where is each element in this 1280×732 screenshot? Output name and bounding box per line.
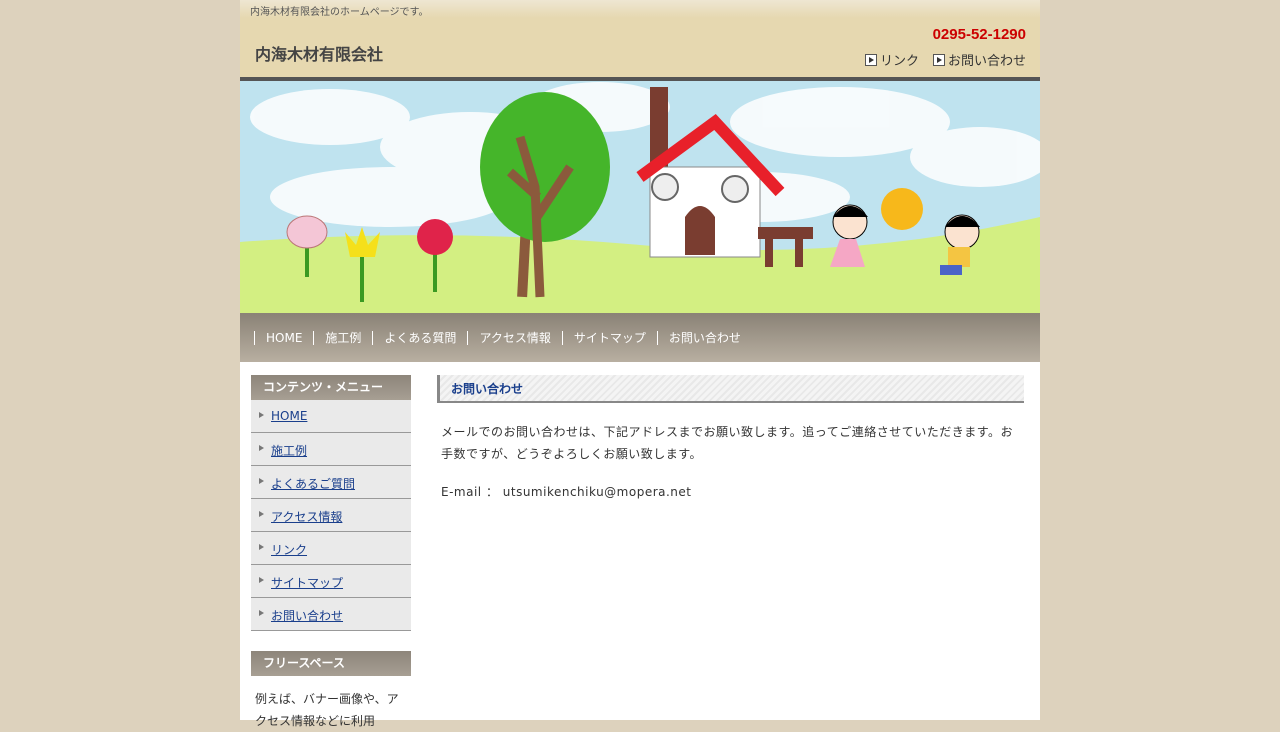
sidebar-item-faq: よくあるご質問 [251,466,411,499]
site-tagline: 内海木材有限会社のホームページです。 [250,7,429,18]
site-title[interactable]: 内海木材有限会社 [255,41,383,65]
bullet-arrow-icon [259,610,264,616]
phone-number: 0295-52-1290 [932,26,1026,43]
header-links: リンク お問い合わせ [864,50,1026,69]
sidebar-link-faq[interactable]: よくあるご質問 [271,475,355,492]
sidebar-item-sitemap: サイトマップ [251,565,411,598]
header-link-contact[interactable]: お問い合わせ [932,50,1026,69]
main-body: メールでのお問い合わせは、下記アドレスまでお願い致します。追ってご連絡させていた… [437,403,1024,503]
sidebar-menu-title: コンテンツ・メニュー [251,375,411,400]
nav-item-sitemap[interactable]: サイトマップ [561,330,657,345]
nav-item-contact[interactable]: お問い合わせ [656,330,752,345]
free-space-title: フリースペース [251,651,411,676]
bullet-arrow-icon [259,445,264,451]
site-header: 内海木材有限会社のホームページです。 内海木材有限会社 0295-52-1290… [240,0,1040,77]
sidebar-link-sitemap[interactable]: サイトマップ [271,574,343,591]
sidebar-link-works[interactable]: 施工例 [271,442,307,459]
bullet-arrow-icon [259,412,264,418]
sidebar-link-links[interactable]: リンク [271,541,307,558]
sidebar-item-contact: お問い合わせ [251,598,411,631]
sidebar-link-contact[interactable]: お問い合わせ [271,607,343,624]
child-drawing-illustration [240,77,1040,313]
sidebar-item-works: 施工例 [251,433,411,466]
sidebar-item-home: HOME [251,400,411,433]
header-link-label: お問い合わせ [947,54,1026,69]
header-link-links[interactable]: リンク [864,50,919,69]
page-title: お問い合わせ [437,375,1024,403]
page-container: 内海木材有限会社のホームページです。 内海木材有限会社 0295-52-1290… [240,0,1040,728]
bullet-arrow-icon [259,544,264,550]
bullet-arrow-icon [259,577,264,583]
nav-item-home[interactable]: HOME [254,330,313,345]
main-content: お問い合わせ メールでのお問い合わせは、下記アドレスまでお願い致します。追ってご… [437,375,1024,503]
sidebar-item-access: アクセス情報 [251,499,411,532]
header-link-label: リンク [879,54,919,69]
nav-item-faq[interactable]: よくある質問 [372,330,467,345]
email-line[interactable]: E-mail ： utsumikenchiku@mopera.net [441,481,1020,503]
arrow-box-icon [932,53,945,66]
nav-item-works[interactable]: 施工例 [313,330,372,345]
sidebar-menu: HOME 施工例 よくあるご質問 アクセス情報 リンク サイトマップ お問い合わ… [251,400,411,631]
header-banner-image [240,77,1040,313]
contact-paragraph: メールでのお問い合わせは、下記アドレスまでお願い致します。追ってご連絡させていた… [441,425,1014,461]
free-space-text: 例えば、バナー画像や、アクセス情報などに利用 [255,692,399,728]
global-nav: HOME 施工例 よくある質問 アクセス情報 サイトマップ お問い合わせ [240,313,1040,362]
bullet-arrow-icon [259,478,264,484]
bullet-arrow-icon [259,511,264,517]
sidebar: コンテンツ・メニュー HOME 施工例 よくあるご質問 アクセス情報 リンク サ… [251,375,411,732]
sidebar-item-links: リンク [251,532,411,565]
nav-list: HOME 施工例 よくある質問 アクセス情報 サイトマップ お問い合わせ [254,313,752,362]
sidebar-link-access[interactable]: アクセス情報 [271,508,342,525]
arrow-box-icon [864,53,877,66]
nav-item-access[interactable]: アクセス情報 [467,330,561,345]
sidebar-link-home[interactable]: HOME [271,409,307,423]
